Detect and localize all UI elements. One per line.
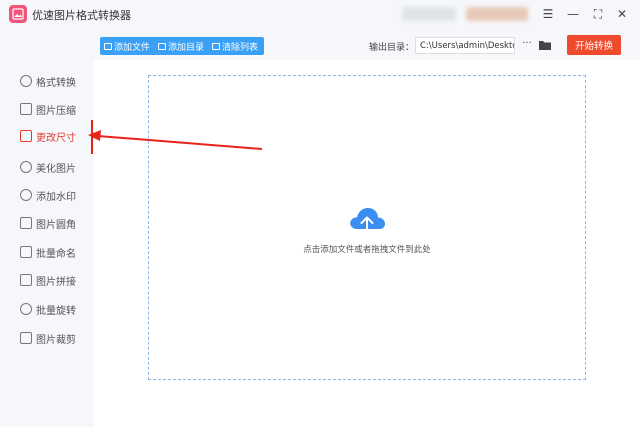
round-corner-icon [20, 217, 32, 229]
sidebar-item-compress[interactable]: 图片压缩 [20, 100, 76, 118]
rename-icon [20, 246, 32, 258]
menu-icon[interactable]: ☰ [540, 6, 556, 22]
maximize-icon[interactable]: ⛶ [590, 6, 606, 22]
rotate-icon [20, 303, 32, 315]
sidebar-item-rename[interactable]: 批量命名 [20, 243, 76, 261]
start-convert-button[interactable]: 开始转换 [567, 35, 621, 55]
sidebar-item-rotate[interactable]: 批量旋转 [20, 300, 76, 318]
sidebar-item-watermark[interactable]: 添加水印 [20, 186, 76, 204]
sidebar-item-resize[interactable]: 更改尺寸 [20, 127, 76, 145]
crop-icon [20, 332, 32, 344]
output-dir-label: 输出目录： [369, 43, 415, 53]
sidebar-item-crop[interactable]: 图片裁剪 [20, 329, 76, 347]
compress-icon [20, 103, 32, 115]
sidebar-item-label: 美化图片 [36, 163, 76, 175]
sidebar: 格式转换 图片压缩 更改尺寸 美化图片 添加水印 图片圆角 批量命名 图片拼接 … [0, 28, 94, 427]
sidebar-item-round-corner[interactable]: 图片圆角 [20, 214, 76, 232]
cloud-upload-icon[interactable] [347, 203, 387, 237]
dropzone-hint: 点击添加文件或者拖拽文件到此处 [303, 245, 431, 255]
sidebar-item-label: 图片拼接 [36, 276, 76, 288]
sidebar-item-label: 更改尺寸 [36, 132, 76, 144]
add-file-icon [104, 42, 112, 50]
convert-icon [20, 75, 32, 87]
file-toolbar: 添加文件 添加目录 清除列表 [100, 37, 264, 55]
stitch-icon [20, 274, 32, 286]
sidebar-item-format-convert[interactable]: 格式转换 [20, 72, 76, 90]
sidebar-item-label: 添加水印 [36, 191, 76, 203]
image-icon [9, 5, 27, 23]
sidebar-item-label: 图片圆角 [36, 219, 76, 231]
sidebar-item-label: 图片裁剪 [36, 334, 76, 346]
trash-icon [212, 42, 221, 50]
clear-list-button[interactable]: 清除列表 [208, 37, 262, 55]
user-name[interactable] [466, 7, 528, 21]
add-folder-button[interactable]: 添加目录 [154, 37, 208, 55]
beautify-icon [20, 161, 32, 173]
resize-icon [20, 130, 32, 142]
browse-more-button[interactable]: ··· [520, 37, 534, 53]
minimize-icon[interactable]: — [565, 6, 581, 22]
sidebar-item-label: 图片压缩 [36, 105, 76, 117]
add-file-button[interactable]: 添加文件 [100, 37, 154, 55]
title-bar: 优速图片格式转换器 ☰ — ⛶ ✕ [0, 0, 640, 28]
sidebar-item-stitch[interactable]: 图片拼接 [20, 271, 76, 289]
watermark-icon [20, 189, 32, 201]
output-path-field[interactable]: C:\Users\admin\Deskto [415, 37, 515, 54]
app-title: 优速图片格式转换器 [32, 9, 131, 22]
sidebar-item-beautify[interactable]: 美化图片 [20, 158, 76, 176]
sidebar-item-label: 格式转换 [36, 77, 76, 89]
open-folder-icon[interactable] [538, 39, 552, 51]
sidebar-item-label: 批量旋转 [36, 305, 76, 317]
close-icon[interactable]: ✕ [614, 6, 630, 22]
folder-icon [158, 42, 167, 50]
user-avatar[interactable] [402, 7, 456, 21]
sidebar-item-label: 批量命名 [36, 248, 76, 260]
